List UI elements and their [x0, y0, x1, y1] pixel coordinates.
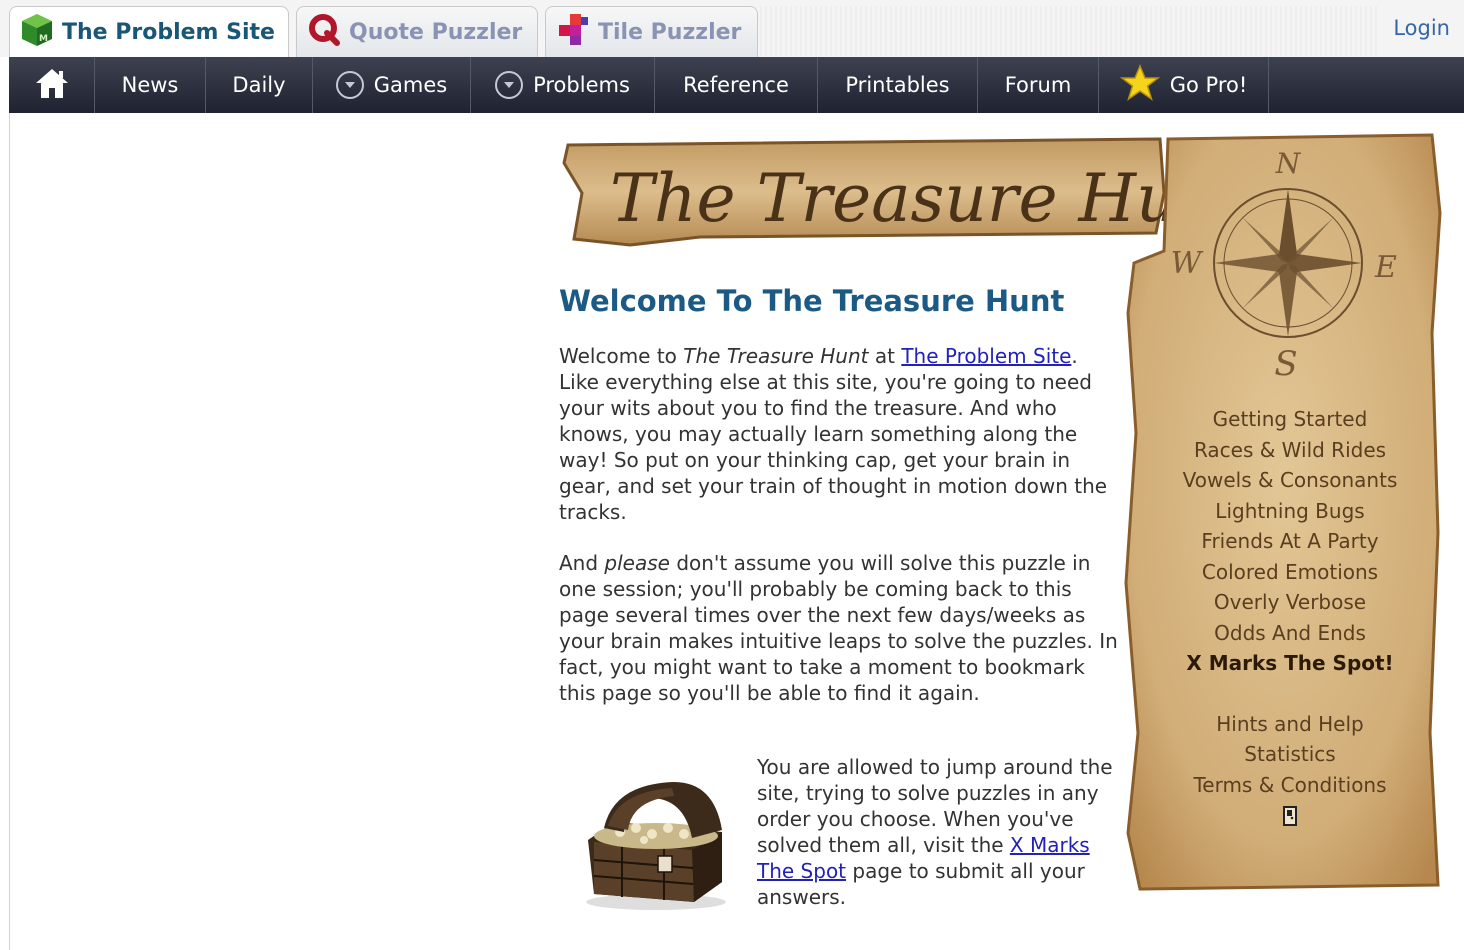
nav-label: Daily [232, 73, 286, 97]
compass-n: N [1275, 147, 1302, 180]
page-title: Welcome To The Treasure Hunt [559, 284, 1065, 318]
nav-go-pro[interactable]: Go Pro! [1099, 57, 1269, 113]
chevron-down-icon [335, 71, 364, 99]
green-cube-icon: M [20, 12, 54, 54]
rules-paragraph: You are allowed to jump around the site,… [757, 754, 1117, 910]
nav-label: Printables [845, 73, 950, 97]
menu-odds-and-ends[interactable]: Odds And Ends [1140, 618, 1440, 649]
star-icon [1119, 63, 1160, 107]
advice-paragraph: And please don't assume you will solve t… [559, 550, 1119, 706]
nav-daily[interactable]: Daily [206, 57, 313, 113]
treasure-chest-image [586, 782, 726, 910]
scroll-menu: Getting Started Races & Wild Rides Vowel… [1140, 404, 1440, 826]
nav-reference[interactable]: Reference [655, 57, 818, 113]
door-icon[interactable] [1283, 806, 1297, 826]
main-nav: News Daily Games Problems Reference Prin… [9, 57, 1464, 113]
nav-games[interactable]: Games [313, 57, 471, 113]
menu-getting-started[interactable]: Getting Started [1140, 404, 1440, 435]
svg-text:M: M [39, 34, 48, 44]
intro-paragraph: Welcome to The Treasure Hunt at The Prob… [559, 343, 1119, 525]
nav-label: News [121, 73, 179, 97]
menu-races-wild-rides[interactable]: Races & Wild Rides [1140, 435, 1440, 466]
menu-statistics[interactable]: Statistics [1140, 739, 1440, 770]
compass-e: E [1374, 250, 1397, 285]
tab-label: Quote Puzzler [349, 19, 523, 45]
home-icon [34, 66, 70, 105]
nav-label: Forum [1004, 73, 1072, 97]
problem-site-link[interactable]: The Problem Site [901, 344, 1071, 368]
site-tab-bar: M The Problem Site Quote Puzzler Tile Pu… [0, 0, 1464, 58]
emphasis-text: please [604, 551, 670, 575]
left-divider [9, 113, 10, 950]
menu-terms-conditions[interactable]: Terms & Conditions [1140, 770, 1440, 801]
menu-hints-and-help[interactable]: Hints and Help [1140, 709, 1440, 740]
text-run: And [559, 551, 605, 575]
nav-home[interactable] [9, 57, 95, 113]
nav-problems[interactable]: Problems [471, 57, 655, 113]
menu-overly-verbose[interactable]: Overly Verbose [1140, 587, 1440, 618]
tiles-icon [556, 12, 590, 52]
text-run: at [868, 344, 902, 368]
nav-label: Reference [683, 73, 789, 97]
nav-label: Go Pro! [1169, 73, 1248, 97]
tab-the-problem-site[interactable]: M The Problem Site [9, 6, 289, 58]
tab-tile-puzzler[interactable]: Tile Puzzler [545, 6, 758, 57]
tab-quote-puzzler[interactable]: Quote Puzzler [296, 6, 538, 57]
nav-label: Problems [533, 73, 630, 97]
nav-printables[interactable]: Printables [818, 57, 978, 113]
nav-forum[interactable]: Forum [978, 57, 1099, 113]
menu-x-marks-the-spot[interactable]: X Marks The Spot! [1140, 648, 1440, 679]
tab-label: Tile Puzzler [598, 19, 742, 45]
menu-lightning-bugs[interactable]: Lightning Bugs [1140, 496, 1440, 527]
treasure-hunt-banner: The Treasure Hunt [562, 137, 1170, 247]
menu-friends-at-a-party[interactable]: Friends At A Party [1140, 526, 1440, 557]
menu-spacer [1140, 679, 1440, 709]
login-link[interactable]: Login [1393, 16, 1450, 40]
tab-bar-pattern [760, 6, 1380, 56]
nav-label: Games [373, 73, 448, 97]
tab-label: The Problem Site [62, 20, 275, 45]
compass-s: S [1274, 344, 1297, 384]
nav-news[interactable]: News [95, 57, 206, 113]
menu-vowels-consonants[interactable]: Vowels & Consonants [1140, 465, 1440, 496]
text-run: . Like everything else at this site, you… [559, 344, 1108, 524]
text-run: Welcome to [559, 344, 684, 368]
menu-colored-emotions[interactable]: Colored Emotions [1140, 557, 1440, 588]
chevron-down-icon [495, 71, 524, 99]
red-q-icon [307, 12, 341, 52]
banner-title: The Treasure Hunt [610, 160, 1170, 237]
compass-w: W [1171, 246, 1204, 281]
emphasis-text: The Treasure Hunt [683, 344, 869, 368]
